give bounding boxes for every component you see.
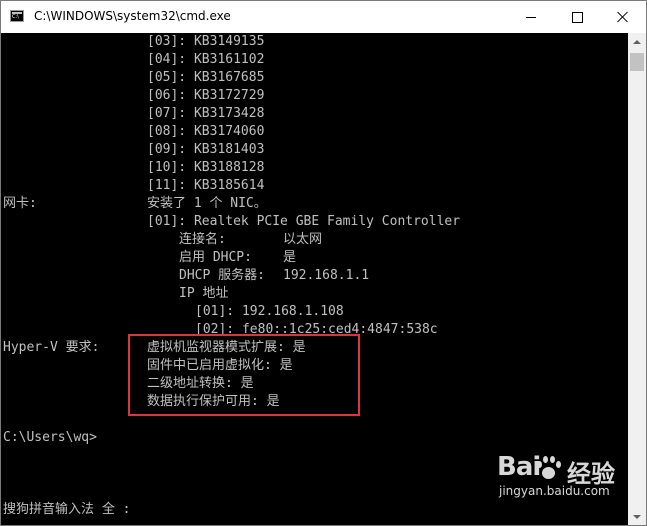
scroll-up-button[interactable] [628, 33, 646, 50]
hotfix-line: [06]: KB3172729 [147, 88, 265, 103]
hotfix-line: [04]: KB3161102 [147, 52, 265, 67]
hotfix-line: [11]: KB3185614 [147, 178, 265, 193]
connection-name-label: 连接名: [179, 232, 226, 247]
dhcp-enabled-label: 启用 DHCP: [179, 250, 252, 265]
nic-label: 网卡: [3, 196, 37, 211]
maximize-button[interactable] [554, 1, 600, 33]
ime-status: 搜狗拼音输入法 全 : [3, 502, 131, 517]
scroll-up-icon [633, 39, 641, 44]
scroll-down-icon [633, 514, 641, 519]
nic-name: [01]: Realtek PCIe GBE Family Controller [147, 214, 461, 229]
minimize-button[interactable] [508, 1, 554, 33]
baidu-paw-icon [535, 455, 561, 481]
connection-name-value: 以太网 [283, 232, 323, 247]
baidu-jingyan-watermark: Bai 经验 jingyan.baidu.com [497, 452, 621, 498]
hotfix-line: [05]: KB3167685 [147, 70, 265, 85]
hotfix-line: [03]: KB3149135 [147, 34, 265, 49]
close-icon [617, 11, 629, 23]
cmd-window: C:\WINDOWS\system32\cmd.exe [03]: KB3149… [0, 0, 647, 526]
cmd-app-icon[interactable] [10, 10, 24, 22]
ip-address-line: [01]: 192.168.1.108 [195, 304, 344, 319]
close-button[interactable] [600, 1, 646, 33]
title-bar[interactable]: C:\WINDOWS\system32\cmd.exe [1, 1, 646, 33]
hotfix-line: [08]: KB3174060 [147, 124, 265, 139]
hotfix-line: [07]: KB3173428 [147, 106, 265, 121]
scroll-down-button[interactable] [628, 508, 646, 525]
hotfix-line: [09]: KB3181403 [147, 142, 265, 157]
maximize-icon [571, 11, 583, 23]
minimize-icon [526, 16, 536, 18]
dhcp-enabled-value: 是 [283, 250, 297, 265]
dhcp-server-label: DHCP 服务器: [179, 268, 265, 283]
command-prompt[interactable]: C:\Users\wq> [3, 429, 97, 447]
ip-label: IP 地址 [179, 286, 229, 301]
nic-summary: 安装了 1 个 NIC。 [147, 196, 267, 211]
watermark-brand-prefix: Bai [497, 452, 541, 482]
window-title: C:\WINDOWS\system32\cmd.exe [34, 9, 231, 23]
dhcp-server-value: 192.168.1.1 [283, 268, 370, 283]
watermark-url: jingyan.baidu.com [499, 484, 610, 498]
hyperv-label: Hyper-V 要求: [3, 340, 100, 355]
vertical-scrollbar[interactable] [628, 33, 646, 525]
hotfix-line: [10]: KB3188128 [147, 160, 265, 175]
hyperv-highlight-box [128, 334, 360, 416]
scrollbar-thumb[interactable] [630, 53, 644, 71]
